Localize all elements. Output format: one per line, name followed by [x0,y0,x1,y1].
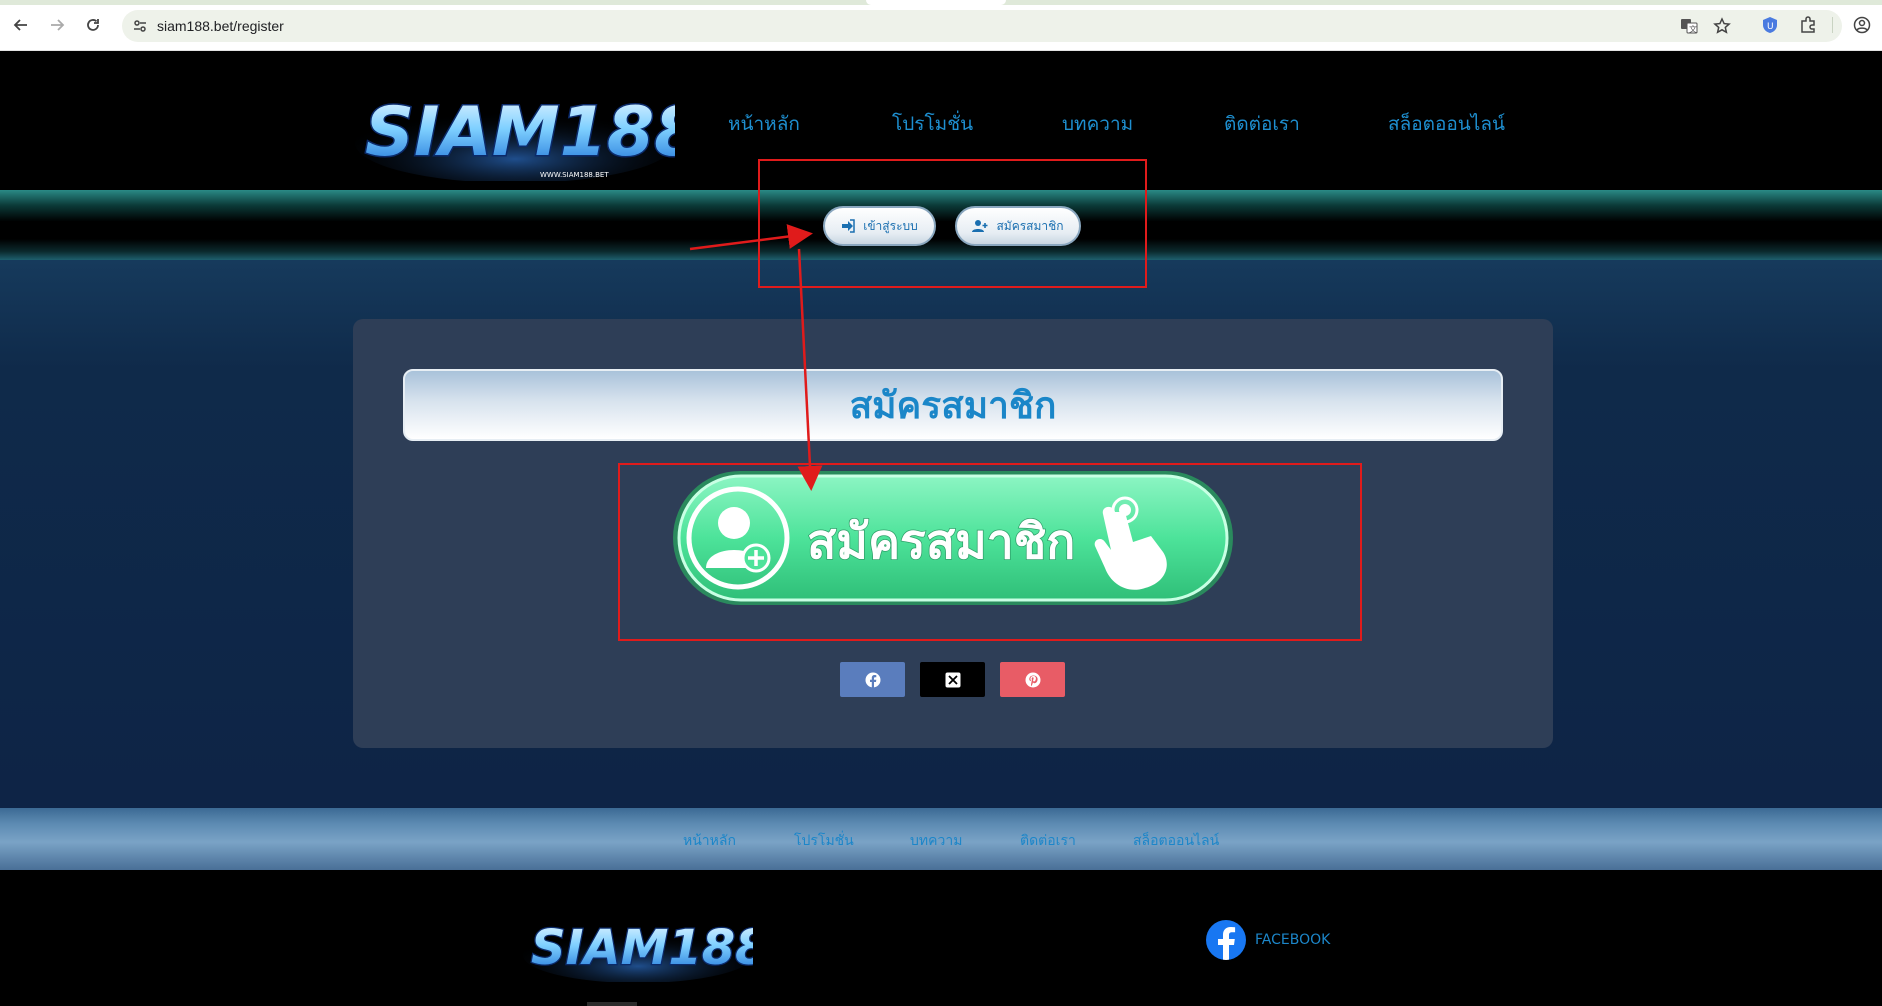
login-button-label: เข้าสู่ระบบ [863,218,918,233]
nav-item-slots-online[interactable]: สล็อตออนไลน์ [1388,109,1505,139]
site-info-icon[interactable] [131,17,149,35]
facebook-icon [865,672,880,688]
user-plus-icon [972,220,988,232]
footer-scroll-indicator [587,1002,637,1006]
browser-toolbar: siam188.bet/register 文 U [0,0,1882,51]
svg-text:U: U [1767,22,1774,32]
site-header: SIAM188 WWW.SIAM188.BET หน้าหลัก โปรโมชั… [0,51,1882,190]
footer-nav-articles[interactable]: บทความ [910,830,962,852]
share-facebook-button[interactable] [840,662,905,697]
pinterest-icon [1025,672,1040,687]
svg-text:SIAM188: SIAM188 [365,93,675,172]
forward-icon[interactable] [46,14,68,36]
sign-in-icon [842,219,855,233]
translate-icon[interactable]: 文 [1679,16,1699,36]
footer-nav: หน้าหลัก โปรโมชั่น บทความ ติดต่อเรา สล็อ… [0,808,1882,870]
nav-item-contact[interactable]: ติดต่อเรา [1224,109,1300,139]
address-bar[interactable]: siam188.bet/register 文 [122,10,1842,42]
register-button-label: สมัครสมาชิก [996,218,1064,233]
register-card: สมัครสมาชิก สมัครสมาชิก [353,319,1553,748]
site-logo[interactable]: SIAM188 WWW.SIAM188.BET [355,63,703,183]
profile-avatar-icon[interactable] [1851,14,1873,36]
nav-item-articles[interactable]: บทความ [1062,109,1133,139]
footer-nav-slots-online[interactable]: สล็อตออนไลน์ [1133,830,1219,852]
reload-icon[interactable] [82,14,104,36]
share-x-button[interactable] [920,662,985,697]
toolbar-divider [1832,17,1833,33]
bookmark-star-icon[interactable] [1712,16,1732,36]
facebook-icon[interactable] [1206,920,1246,960]
active-tab[interactable] [866,0,1006,5]
svg-text:SIAM188: SIAM188 [531,920,753,976]
svg-text:สมัครสมาชิก: สมัครสมาชิก [807,514,1075,570]
extension-shield-icon[interactable]: U [1759,14,1781,36]
extensions-puzzle-icon[interactable] [1797,14,1819,36]
footer-nav-promotions[interactable]: โปรโมชั่น [794,830,854,852]
footer-nav-contact[interactable]: ติดต่อเรา [1020,830,1076,852]
register-banner-button[interactable]: สมัครสมาชิก [670,468,1236,608]
nav-item-promotions[interactable]: โปรโมชั่น [892,109,973,139]
url-text[interactable]: siam188.bet/register [157,18,284,34]
svg-text:WWW.SIAM188.BET: WWW.SIAM188.BET [540,171,609,179]
site-footer: SIAM188 FACEBOOK [0,870,1882,1006]
nav-item-home[interactable]: หน้าหลัก [728,109,800,139]
share-pinterest-button[interactable] [1000,662,1065,697]
svg-text:文: 文 [1689,24,1697,34]
footer-logo[interactable]: SIAM188 [523,900,770,983]
login-button[interactable]: เข้าสู่ระบบ [823,206,936,246]
x-twitter-icon [945,672,960,687]
auth-bar: เข้าสู่ระบบ สมัครสมาชิก [0,190,1882,260]
tab-strip [0,0,1882,5]
facebook-link[interactable]: FACEBOOK [1255,932,1330,948]
main-section: สมัครสมาชิก สมัครสมาชิก [0,260,1882,808]
back-icon[interactable] [10,14,32,36]
footer-nav-home[interactable]: หน้าหลัก [683,830,736,852]
register-button[interactable]: สมัครสมาชิก [955,206,1081,246]
page-title-bar: สมัครสมาชิก [403,369,1503,441]
page-title: สมัครสมาชิก [849,383,1057,427]
